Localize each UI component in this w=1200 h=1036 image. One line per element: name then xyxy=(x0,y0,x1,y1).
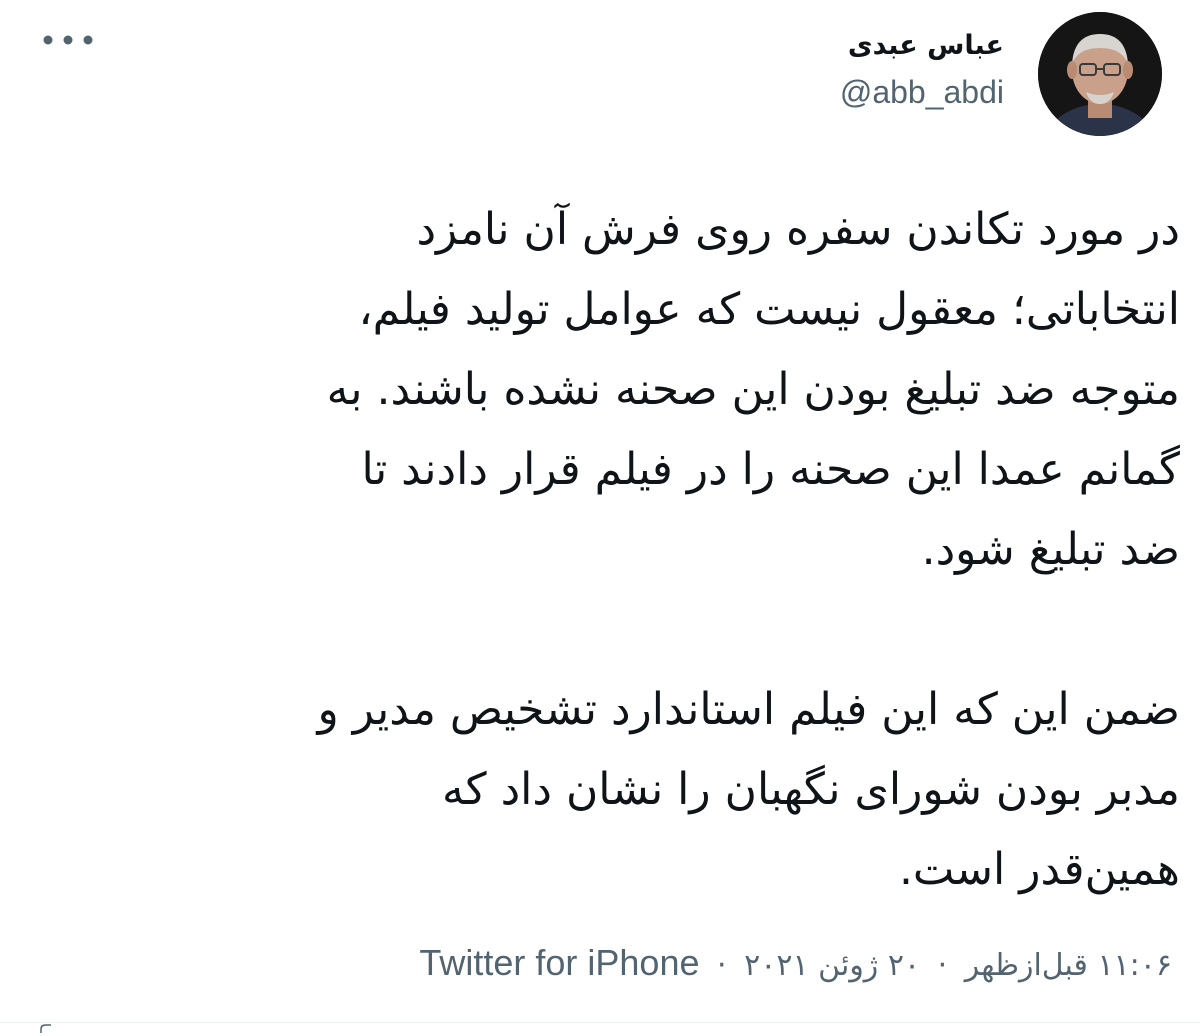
tweet-card: عباس عبدی @abb_abdi در مورد تکاندن سفره … xyxy=(0,0,1200,1036)
reply-icon[interactable] xyxy=(40,1024,52,1034)
more-dots-icon xyxy=(43,35,93,45)
tweet-line: متوجه ضد تبلیغ بودن این صحنه نشده باشند.… xyxy=(326,364,1181,415)
meta-separator: · xyxy=(937,948,948,983)
tweet-line: انتخاباتی؛ معقول نیست که عوامل تولید فیل… xyxy=(358,284,1180,335)
tweet-line: مدبر بودن شورای نگهبان را نشان داد که xyxy=(442,764,1180,815)
author-display-name[interactable]: عباس عبدی xyxy=(604,26,1004,66)
avatar[interactable] xyxy=(1038,12,1162,136)
author-block[interactable]: عباس عبدی @abb_abdi xyxy=(604,26,1004,114)
tweet-line: ضد تبلیغ شود. xyxy=(921,524,1181,575)
divider xyxy=(0,1022,1200,1023)
author-handle[interactable]: @abb_abdi xyxy=(604,70,1004,114)
tweet-line: در مورد تکاندن سفره روی فرش آن نامزد xyxy=(416,204,1180,255)
avatar-photo xyxy=(1038,12,1162,136)
tweet-line: همین‌قدر است. xyxy=(898,844,1181,895)
tweet-line: گمانم عمدا این صحنه را در فیلم قرار دادن… xyxy=(361,444,1181,495)
more-options-button[interactable] xyxy=(36,24,100,56)
tweet-line: ضمن این که این فیلم استاندارد تشخیص مدیر… xyxy=(317,684,1180,735)
tweet-time[interactable]: ۱۱:۰۶ قبل‌ازظهر xyxy=(965,948,1172,983)
meta-separator: · xyxy=(717,948,727,983)
tweet-source-link[interactable]: Twitter for iPhone xyxy=(419,942,699,983)
tweet-date[interactable]: ۲۰ ژوئن ۲۰۲۱ xyxy=(744,948,920,983)
tweet-metadata: ۱۱:۰۶ قبل‌ازظهر · ۲۰ ژوئن ۲۰۲۱ · Twitter… xyxy=(419,938,1172,991)
tweet-text: در مورد تکاندن سفره روی فرش آن نامزد انت… xyxy=(30,190,1180,910)
